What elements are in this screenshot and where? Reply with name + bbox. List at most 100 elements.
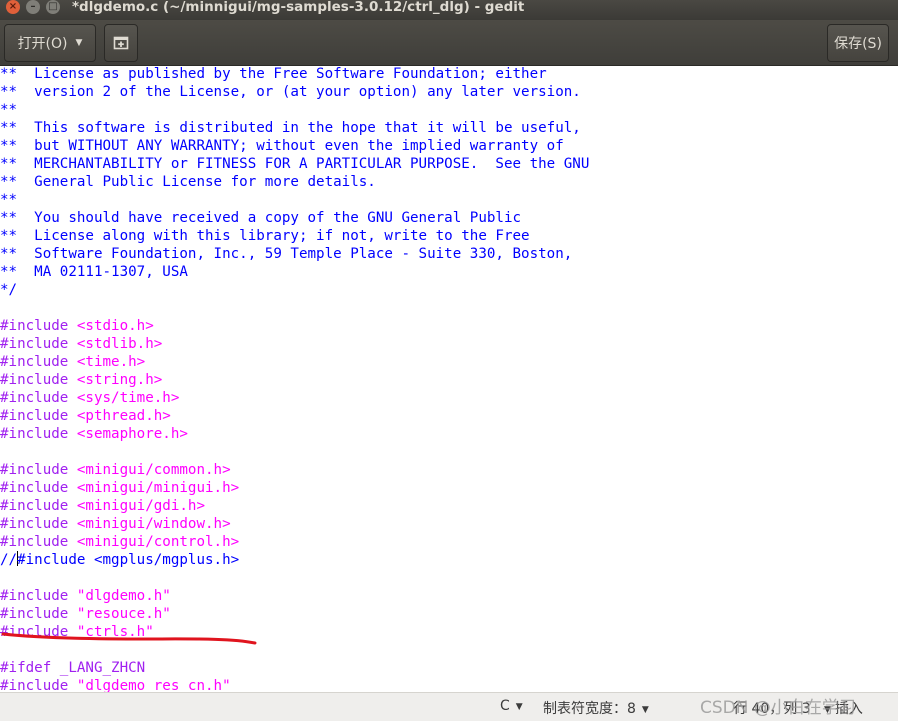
preprocessor-directive: #include	[0, 480, 69, 496]
include-path: <minigui/window.h>	[68, 516, 231, 532]
code-line[interactable]: ** version 2 of the License, or (at your…	[0, 83, 589, 101]
new-tab-icon	[113, 36, 129, 50]
status-bar: C ▼ 制表符宽度：8 ▼ 行 40，列 3 ▼ 插入 CSDN @小白在学习	[0, 692, 898, 721]
header-bar: 打开(O) ▼ 保存(S)	[0, 20, 898, 66]
code-view[interactable]: ** License as published by the Free Soft…	[0, 66, 589, 692]
include-path: <pthread.h>	[68, 408, 171, 424]
comment-text: ** General Public License for more detai…	[0, 174, 376, 190]
code-line[interactable]: #include <minigui/control.h>	[0, 533, 589, 551]
code-line[interactable]: **	[0, 101, 589, 119]
dropdown-arrow-icon: ▼	[641, 705, 649, 715]
save-button[interactable]: 保存(S)	[827, 24, 889, 62]
include-path: "dlgdemo.h"	[68, 588, 171, 604]
comment-text: **	[0, 192, 18, 208]
code-line[interactable]	[0, 299, 589, 317]
include-path: "dlgdemo_res_cn.h"	[68, 678, 231, 692]
preprocessor-directive: #include	[0, 534, 69, 550]
code-line[interactable]: ** License along with this library; if n…	[0, 227, 589, 245]
dropdown-arrow-icon: ▼	[515, 702, 523, 712]
preprocessor-directive: #include	[0, 516, 69, 532]
close-window-button[interactable]: ×	[6, 0, 20, 14]
preprocessor-directive: #include	[0, 372, 69, 388]
code-line[interactable]: ** Software Foundation, Inc., 59 Temple …	[0, 245, 589, 263]
preprocessor-directive: #include	[0, 588, 69, 604]
code-line[interactable]: */	[0, 281, 589, 299]
include-path: <stdio.h>	[68, 318, 154, 334]
comment-text: #include <mgplus/mgplus.h>	[17, 552, 240, 568]
include-path: <sys/time.h>	[68, 390, 180, 406]
language-selector[interactable]: C ▼	[500, 698, 523, 714]
preprocessor-directive: #include	[0, 318, 69, 334]
include-path: <minigui/control.h>	[68, 534, 240, 550]
preprocessor-directive: #include	[0, 408, 69, 424]
code-line[interactable]: #include <minigui/gdi.h>	[0, 497, 589, 515]
preprocessor-directive: #include	[0, 462, 69, 478]
preprocessor-directive: #include	[0, 426, 69, 442]
code-line[interactable]: ** License as published by the Free Soft…	[0, 66, 589, 83]
code-line[interactable]: **	[0, 191, 589, 209]
code-line[interactable]: #include <sys/time.h>	[0, 389, 589, 407]
code-line[interactable]: ** General Public License for more detai…	[0, 173, 589, 191]
tab-width-label: 制表符宽度：8	[543, 701, 636, 717]
tab-width-selector[interactable]: 制表符宽度：8 ▼	[543, 698, 649, 718]
code-line[interactable]: #include <time.h>	[0, 353, 589, 371]
comment-text: ** License along with this library; if n…	[0, 228, 530, 244]
include-path: <time.h>	[68, 354, 146, 370]
code-line[interactable]: #include "dlgdemo.h"	[0, 587, 589, 605]
save-button-label: 保存(S)	[834, 36, 882, 52]
comment-text: ** MERCHANTABILITY or FITNESS FOR A PART…	[0, 156, 590, 172]
include-path: <semaphore.h>	[68, 426, 188, 442]
preprocessor-directive: #include	[0, 390, 69, 406]
code-line[interactable]: #include <minigui/minigui.h>	[0, 479, 589, 497]
window-title: *dlgdemo.c (~/minnigui/mg-samples-3.0.12…	[72, 0, 525, 15]
code-line[interactable]: ** MA 02111-1307, USA	[0, 263, 589, 281]
macro-name: _LANG_ZHCN	[51, 660, 146, 676]
code-line[interactable]: #include <semaphore.h>	[0, 425, 589, 443]
minimize-window-button[interactable]: –	[26, 0, 40, 14]
include-path: <string.h>	[68, 372, 163, 388]
code-line[interactable]: #include "dlgdemo_res_cn.h"	[0, 677, 589, 692]
comment-text: */	[0, 282, 18, 298]
code-line[interactable]: #include <stdlib.h>	[0, 335, 589, 353]
preprocessor-directive: #include	[0, 354, 69, 370]
comment-text: ** License as published by the Free Soft…	[0, 66, 547, 82]
preprocessor-directive: #include	[0, 498, 69, 514]
comment-text: ** This software is distributed in the h…	[0, 120, 581, 136]
comment-text: **	[0, 102, 18, 118]
comment-text: ** version 2 of the License, or (at your…	[0, 84, 581, 100]
include-path: <minigui/gdi.h>	[68, 498, 206, 514]
open-button[interactable]: 打开(O) ▼	[4, 24, 96, 62]
comment-text: ** but WITHOUT ANY WARRANTY; without eve…	[0, 138, 564, 154]
open-button-label: 打开(O)	[17, 36, 68, 52]
comment-text: ** You should have received a copy of th…	[0, 210, 522, 226]
red-underline-annotation	[1, 632, 257, 645]
text-editor[interactable]: ** License as published by the Free Soft…	[0, 66, 898, 692]
code-line[interactable]	[0, 569, 589, 587]
preprocessor-directive: #ifdef	[0, 660, 52, 676]
comment-prefix: //	[0, 552, 18, 568]
preprocessor-directive: #include	[0, 336, 69, 352]
include-path: "resouce.h"	[68, 606, 171, 622]
code-line[interactable]: #include <minigui/common.h>	[0, 461, 589, 479]
code-line[interactable]: ** but WITHOUT ANY WARRANTY; without eve…	[0, 137, 589, 155]
include-path: <minigui/common.h>	[68, 462, 231, 478]
code-line[interactable]: #include <minigui/window.h>	[0, 515, 589, 533]
code-line[interactable]	[0, 443, 589, 461]
preprocessor-directive: #include	[0, 606, 69, 622]
new-document-button[interactable]	[104, 24, 138, 62]
include-path: <stdlib.h>	[68, 336, 163, 352]
code-line[interactable]: //#include <mgplus/mgplus.h>	[0, 551, 589, 569]
code-line[interactable]: ** You should have received a copy of th…	[0, 209, 589, 227]
code-line[interactable]: #include <string.h>	[0, 371, 589, 389]
comment-text: ** Software Foundation, Inc., 59 Temple …	[0, 246, 573, 262]
code-line[interactable]: ** This software is distributed in the h…	[0, 119, 589, 137]
code-line[interactable]: #include <pthread.h>	[0, 407, 589, 425]
include-path: <minigui/minigui.h>	[68, 480, 240, 496]
maximize-window-button[interactable]: □	[46, 0, 60, 14]
comment-text: ** MA 02111-1307, USA	[0, 264, 188, 280]
watermark: CSDN @小白在学习	[700, 698, 856, 718]
code-line[interactable]: #ifdef _LANG_ZHCN	[0, 659, 589, 677]
code-line[interactable]: #include "resouce.h"	[0, 605, 589, 623]
code-line[interactable]: ** MERCHANTABILITY or FITNESS FOR A PART…	[0, 155, 589, 173]
code-line[interactable]: #include <stdio.h>	[0, 317, 589, 335]
